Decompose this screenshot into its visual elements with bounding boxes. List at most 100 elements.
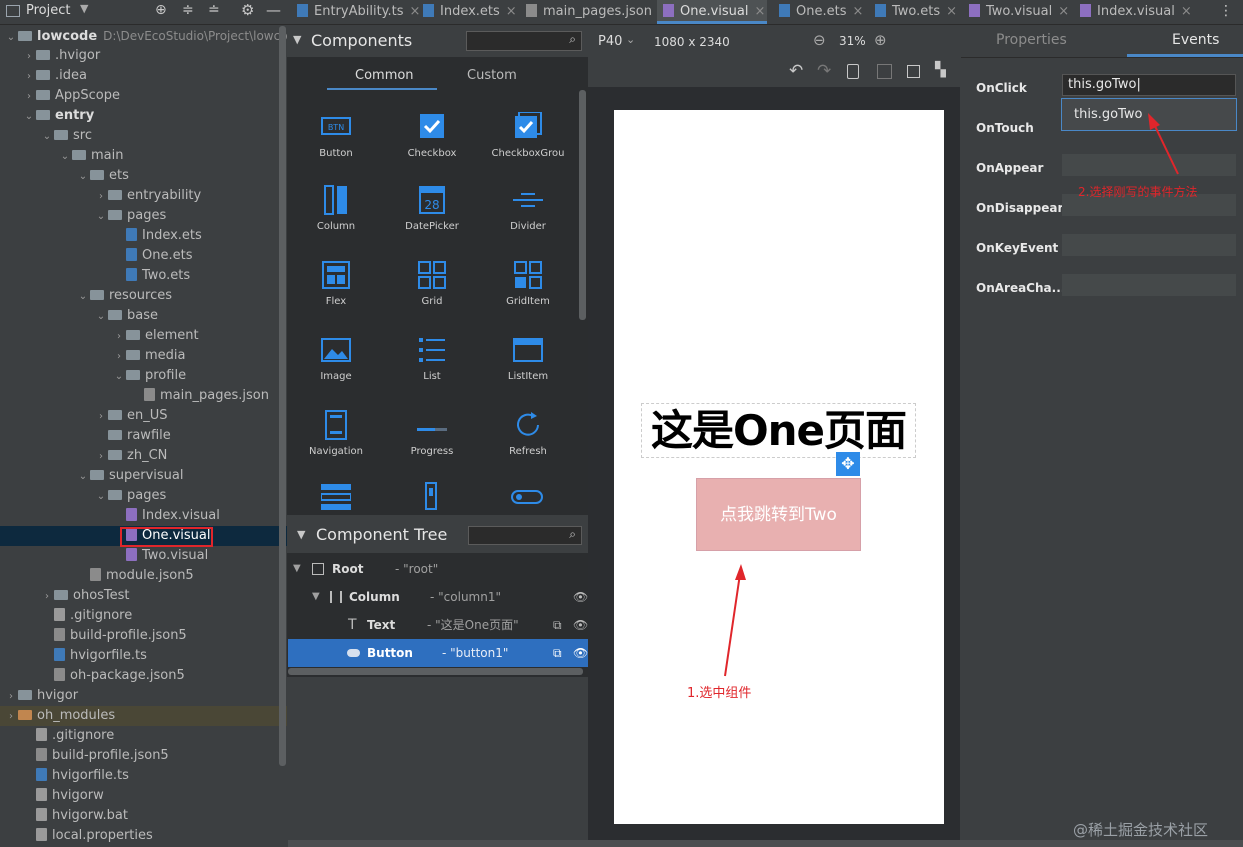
minimize-icon[interactable]: — xyxy=(266,1,281,19)
tree-item[interactable]: .gitignore xyxy=(0,606,287,626)
tree-item[interactable]: › hvigor xyxy=(0,686,287,706)
component-tree-search-input[interactable]: ⌕ xyxy=(468,526,582,545)
palette-item-list[interactable]: List xyxy=(386,335,478,382)
device-select[interactable]: P40 xyxy=(598,34,622,49)
component-tree-scrollbar[interactable] xyxy=(288,668,583,675)
close-icon[interactable]: × xyxy=(946,4,957,19)
palette-item-button[interactable]: BTN Button xyxy=(290,112,382,159)
tree-item[interactable]: local.properties xyxy=(0,826,287,846)
expand-closed-icon[interactable]: › xyxy=(112,347,126,367)
tree-item[interactable]: hvigorfile.ts xyxy=(0,766,287,786)
tab-common[interactable]: Common xyxy=(355,68,414,83)
tree-item[interactable]: › en_US xyxy=(0,406,287,426)
tree-item[interactable]: ⌄ resources xyxy=(0,286,287,306)
onclick-input[interactable]: this.goTwo| xyxy=(1062,74,1236,96)
tree-item[interactable]: main_pages.json xyxy=(0,386,287,406)
expand-closed-icon[interactable]: › xyxy=(22,67,36,87)
redo-icon[interactable]: ↷ xyxy=(817,61,831,81)
copy-icon[interactable]: ⧉ xyxy=(553,639,562,667)
expand-closed-icon[interactable]: › xyxy=(94,407,108,427)
palette-item-checkbox[interactable]: Checkbox xyxy=(386,112,478,159)
palette-item-flex[interactable]: Flex xyxy=(290,260,382,307)
tree-item[interactable]: ⌄ entry xyxy=(0,106,287,126)
expand-closed-icon[interactable]: › xyxy=(94,187,108,207)
editor-tab[interactable]: One.ets × xyxy=(773,0,871,24)
onareachange-input[interactable] xyxy=(1062,274,1236,296)
zoom-out-icon[interactable]: ⊖ xyxy=(813,31,826,49)
tree-item[interactable]: .gitignore xyxy=(0,726,287,746)
palette-item-griditem[interactable]: GridItem xyxy=(482,260,574,307)
device-rotate-icon[interactable] xyxy=(847,64,859,79)
tree-item[interactable]: ⌄ ets xyxy=(0,166,287,186)
tree-item[interactable]: ⌄ base xyxy=(0,306,287,326)
locate-icon[interactable]: ⊕ xyxy=(155,2,167,18)
expand-closed-icon[interactable]: › xyxy=(112,327,126,347)
tab-custom[interactable]: Custom xyxy=(467,68,517,83)
goto-two-button[interactable]: 点我跳转到Two xyxy=(696,478,861,551)
tree-item[interactable]: › entryability xyxy=(0,186,287,206)
tree-item[interactable]: ⌄ lowcode D:\DevEcoStudio\Project\lowcode xyxy=(0,26,303,46)
expand-closed-icon[interactable]: › xyxy=(4,707,18,727)
collapse-arrow-icon[interactable]: ▼ xyxy=(293,33,301,46)
tree-item[interactable]: Two.ets xyxy=(0,266,287,286)
expand-open-icon[interactable]: ⌄ xyxy=(94,487,108,507)
tree-item[interactable]: build-profile.json5 xyxy=(0,746,287,766)
onkeyevent-input[interactable] xyxy=(1062,234,1236,256)
palette-item-listitem[interactable]: ListItem xyxy=(482,335,574,382)
palette-item-grid[interactable]: Grid xyxy=(386,260,478,307)
frame-icon[interactable] xyxy=(907,65,920,78)
editor-tab[interactable]: Index.ets × xyxy=(417,0,523,24)
tree-item[interactable]: module.json5 xyxy=(0,566,287,586)
project-scrollbar[interactable] xyxy=(279,26,286,766)
close-icon[interactable]: × xyxy=(755,4,766,19)
chevron-down-icon[interactable]: ⌄ xyxy=(626,33,635,46)
palette-item-navigation[interactable]: Navigation xyxy=(290,410,382,457)
palette-item-image[interactable]: Image xyxy=(290,335,382,382)
tree-row-button[interactable]: Button - "button1" ⧉ 👁 xyxy=(288,639,588,667)
tab-events[interactable]: Events xyxy=(1172,32,1219,48)
tree-item[interactable]: Index.ets xyxy=(0,226,287,246)
tree-item[interactable]: ⌄ profile xyxy=(0,366,287,386)
expand-all-icon[interactable]: ≑ xyxy=(182,2,194,18)
tree-item[interactable]: One.ets xyxy=(0,246,287,266)
expand-closed-icon[interactable]: › xyxy=(22,47,36,67)
project-panel-title[interactable]: Project xyxy=(26,3,70,18)
palette-item-refresh[interactable]: Refresh xyxy=(482,410,574,457)
tree-item[interactable]: › .idea xyxy=(0,66,287,86)
close-icon[interactable]: × xyxy=(1058,4,1069,19)
palette-item-checkboxgroup[interactable]: CheckboxGrou xyxy=(482,112,574,159)
gear-icon[interactable]: ⚙ xyxy=(241,1,254,19)
palette-item-column[interactable]: Column xyxy=(290,185,382,232)
close-icon[interactable]: × xyxy=(506,4,517,19)
tree-item[interactable]: › element xyxy=(0,326,287,346)
page-text[interactable]: 这是One页面 xyxy=(641,405,916,457)
tree-item[interactable]: ⌄ src xyxy=(0,126,287,146)
close-icon[interactable]: × xyxy=(1181,4,1192,19)
expand-closed-icon[interactable]: › xyxy=(94,447,108,467)
tree-item[interactable]: Two.visual xyxy=(0,546,287,566)
horizontal-scrollbar[interactable] xyxy=(288,840,1243,847)
tree-item[interactable]: › oh_modules xyxy=(0,706,287,726)
tree-item[interactable]: build-profile.json5 xyxy=(0,626,287,646)
editor-tab[interactable]: Two.ets × xyxy=(869,0,965,24)
expand-open-icon[interactable]: ⌄ xyxy=(76,167,90,187)
tree-item[interactable]: rawfile xyxy=(0,426,287,446)
eye-icon[interactable]: 👁 xyxy=(573,639,588,667)
eye-icon[interactable]: 👁 xyxy=(573,583,588,611)
move-handle-icon[interactable]: ✥ xyxy=(836,452,860,476)
tree-row-root[interactable]: ▼ Root - "root" xyxy=(288,555,588,583)
more-options-icon[interactable]: ⋮ xyxy=(1219,3,1233,19)
tree-item[interactable]: › media xyxy=(0,346,287,366)
zoom-in-icon[interactable]: ⊕ xyxy=(874,31,887,49)
expand-open-icon[interactable]: ⌄ xyxy=(22,107,36,127)
tab-properties[interactable]: Properties xyxy=(996,32,1067,48)
editor-tab[interactable]: Two.visual × xyxy=(963,0,1076,24)
fit-screen-icon[interactable] xyxy=(877,64,892,79)
expand-arrow-icon[interactable]: ▼ xyxy=(293,555,301,583)
collapse-arrow-icon[interactable]: ▼ xyxy=(297,528,305,541)
editor-tab[interactable]: main_pages.json× xyxy=(520,0,669,24)
tree-row-text[interactable]: T Text - "这是One页面" ⧉ 👁 xyxy=(288,611,588,639)
components-search-input[interactable]: ⌕ xyxy=(466,31,582,51)
tree-item[interactable]: ⌄ pages xyxy=(0,486,287,506)
expand-closed-icon[interactable]: › xyxy=(22,87,36,107)
